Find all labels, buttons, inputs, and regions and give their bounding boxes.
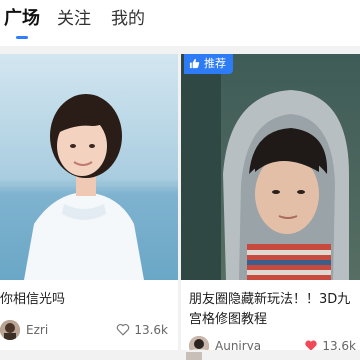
girl-portrait-image: [0, 54, 178, 280]
feed-card[interactable]: 推荐 朋友圈隐藏新玩法！！3D九宫格修图教程 Aunirya 13.6k: [181, 54, 360, 350]
active-tab-indicator: [16, 36, 28, 39]
like-button[interactable]: 13.6k: [116, 321, 168, 339]
author-avatar[interactable]: [189, 336, 209, 350]
next-card-peek: [186, 352, 202, 360]
top-tab-bar: 广场 关注 我的: [0, 0, 360, 46]
tab-square[interactable]: 广场: [4, 8, 40, 30]
heart-outline-icon: [117, 323, 130, 336]
avatar-image: [189, 336, 209, 350]
card-caption: 你相信光吗: [0, 292, 66, 307]
author-avatar[interactable]: [0, 320, 20, 340]
recommended-badge: 推荐: [184, 54, 233, 74]
badge-label: 推荐: [204, 57, 226, 70]
card-photo[interactable]: 推荐: [181, 54, 360, 280]
like-count: 13.6k: [134, 323, 168, 337]
author-name[interactable]: Ezri: [26, 321, 48, 339]
like-button[interactable]: 13.6k: [304, 337, 356, 350]
author-name[interactable]: Aunirya: [215, 337, 261, 350]
tab-mine[interactable]: 我的: [111, 8, 145, 30]
card-photo[interactable]: [0, 54, 178, 280]
like-count: 13.6k: [322, 339, 356, 350]
feed-card[interactable]: 你相信光吗 Ezri 13.6k: [0, 54, 178, 350]
thumbs-up-icon: [189, 58, 200, 69]
card-meta: Ezri 13.6k: [0, 320, 172, 340]
tab-following[interactable]: 关注: [57, 8, 91, 30]
avatar-image: [0, 320, 20, 340]
heart-filled-icon: [305, 340, 317, 350]
card-caption: 朋友圈隐藏新玩法！！3D九宫格修图教程: [189, 292, 351, 327]
boy-hoodie-image: [181, 54, 360, 280]
card-meta: Aunirya 13.6k: [189, 336, 360, 350]
